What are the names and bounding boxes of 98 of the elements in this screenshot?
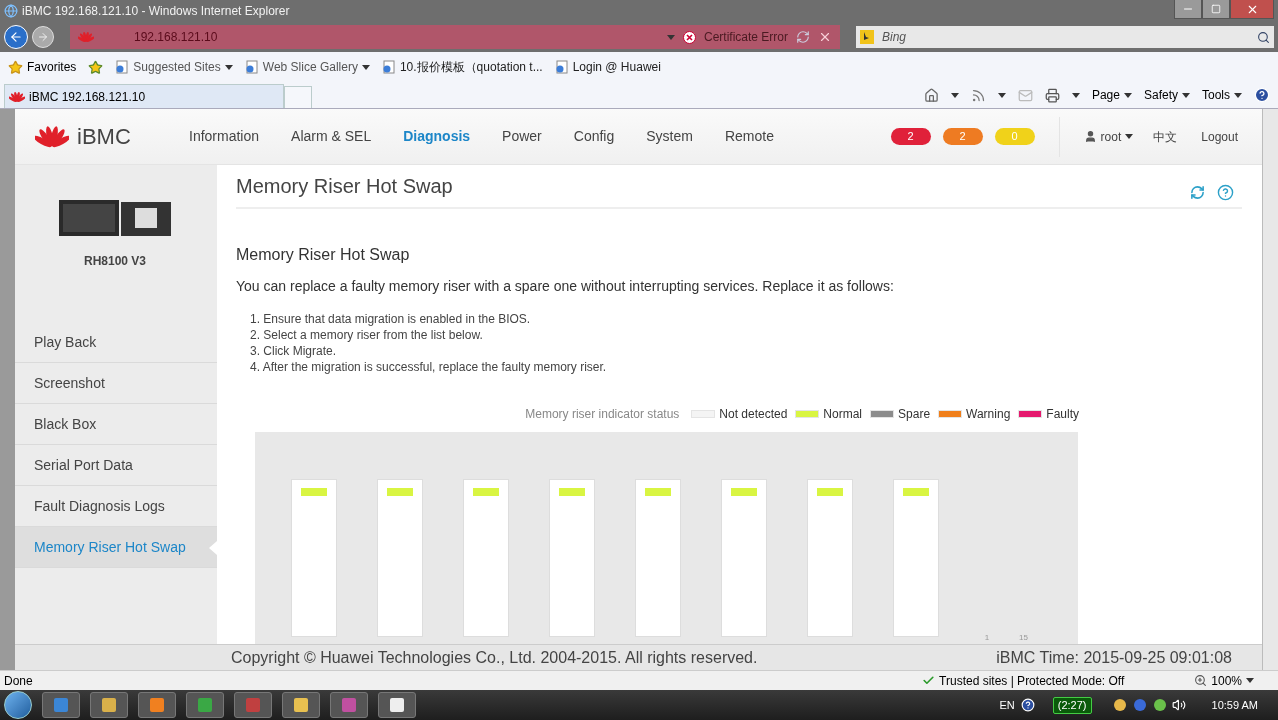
taskbar-app-button[interactable] (138, 692, 176, 718)
language-link[interactable]: 中文 (1153, 127, 1178, 146)
clock[interactable]: 10:59 AM (1211, 696, 1258, 714)
scale-label: 1 (984, 632, 990, 644)
caret-icon (1234, 92, 1242, 98)
section-heading: Memory Riser Hot Swap (236, 245, 411, 265)
system-time: iBMC Time: 2015-09-25 09:01:08 (996, 647, 1232, 668)
taskbar-app-button[interactable] (90, 692, 128, 718)
search-bar[interactable]: Bing (856, 26, 1274, 48)
page-icon (244, 60, 259, 74)
maximize-icon (1211, 4, 1221, 14)
legend-title: Memory riser indicator status (525, 406, 680, 423)
favorite-link[interactable]: Web Slice Gallery (244, 58, 370, 76)
refresh-icon[interactable] (796, 30, 810, 44)
flower-logo-icon (78, 31, 94, 43)
caret-icon (1071, 92, 1080, 98)
page-icon (381, 60, 396, 74)
search-field[interactable]: Bing (882, 28, 1249, 46)
close-button[interactable] (1230, 0, 1274, 19)
refresh-icon[interactable] (1190, 184, 1205, 200)
window-title: iBMC 192.168.121.10 - Windows Internet Explorer (22, 3, 290, 20)
zoom-level[interactable]: 100% (1194, 671, 1254, 690)
command-menu[interactable]: Safety (1143, 86, 1190, 104)
user-icon (1083, 130, 1097, 143)
nav-tab[interactable]: Config (573, 126, 615, 147)
mail-icon[interactable] (1017, 87, 1033, 103)
server-model: RH8100 V3 (83, 253, 146, 270)
back-button[interactable] (4, 25, 28, 49)
search-icon[interactable] (1257, 30, 1270, 44)
star-icon (8, 59, 23, 75)
flower-logo-icon (9, 90, 25, 103)
stop-icon[interactable] (818, 30, 832, 44)
nav-tab[interactable]: System (646, 126, 693, 147)
bing-logo-icon (860, 30, 874, 44)
nav-tab[interactable]: Diagnosis (403, 126, 471, 147)
product-name: iBMC (77, 123, 131, 151)
add-favorite-icon[interactable] (88, 59, 104, 75)
step-text: 2. Select a memory riser from the list below. (250, 327, 484, 343)
browser-icon (4, 4, 18, 18)
forward-arrow-icon (37, 31, 49, 43)
start-button[interactable] (4, 691, 32, 719)
minimize-button[interactable] (1174, 0, 1202, 19)
volume-icon[interactable] (1171, 698, 1186, 712)
nav-tab[interactable]: Information (189, 126, 260, 147)
logout-link[interactable]: Logout (1201, 127, 1238, 146)
favorite-link[interactable]: Suggested Sites (115, 58, 233, 76)
caret-icon (950, 92, 959, 98)
taskbar-app-button[interactable] (378, 692, 416, 718)
zoom-icon (1194, 674, 1208, 687)
step-text: 3. Click Migrate. (250, 343, 338, 359)
home-icon[interactable] (923, 87, 939, 103)
flower-logo-icon (35, 123, 69, 150)
favorites-button[interactable]: Favorites (8, 58, 77, 76)
alarm-count-badge[interactable]: 2 (890, 128, 931, 145)
taskbar-app-button[interactable] (282, 692, 320, 718)
forward-button[interactable] (32, 26, 54, 48)
nav-tab[interactable]: Remote (724, 126, 774, 147)
caret-icon (361, 64, 370, 70)
caret-icon (1182, 92, 1190, 98)
tray-icons[interactable] (1113, 699, 1166, 711)
legend-label: Not detected (719, 406, 788, 423)
print-icon[interactable] (1044, 87, 1060, 103)
caret-icon (1125, 134, 1134, 139)
legend-label: Warning (966, 406, 1011, 423)
favorite-link[interactable]: 10.报价模板（quotation t... (381, 58, 543, 76)
battery-indicator[interactable]: (2:27) (1052, 696, 1092, 714)
caret-icon (997, 92, 1006, 98)
legend-label: Faulty (1046, 406, 1079, 423)
user-menu[interactable]: root (1083, 127, 1134, 146)
command-menu[interactable]: Tools (1202, 86, 1242, 104)
legend-label: Normal (823, 406, 863, 423)
scale-label: 15 (1019, 632, 1028, 644)
caret-icon (1246, 678, 1254, 683)
copyright-text: Copyright © Huawei Technologies Co., Ltd. 2004-2015. All rights reserved. (231, 647, 758, 668)
status-text: Done (4, 672, 33, 690)
nav-tab[interactable]: Power (502, 126, 542, 147)
back-arrow-icon (9, 30, 23, 44)
check-icon (922, 674, 936, 687)
intro-text: You can replace a faulty memory riser with a spare one without interrupting services. Replace it as follows: (236, 277, 895, 296)
maximize-button[interactable] (1202, 0, 1230, 19)
input-language[interactable]: EN (999, 696, 1015, 714)
nav-tab[interactable]: Alarm & SEL (291, 126, 372, 147)
caret-icon (224, 64, 233, 70)
vertical-scrollbar[interactable] (1262, 109, 1278, 670)
page-icon (115, 60, 130, 74)
page-title: Memory Riser Hot Swap (236, 174, 453, 199)
legend-label: Spare (898, 406, 931, 423)
step-text: 1. Ensure that data migration is enabled in the BIOS. (250, 311, 532, 327)
step-text: 4. After the migration is successful, replace the faulty memory riser. (250, 359, 608, 375)
caret-icon (1123, 92, 1132, 98)
command-menu[interactable]: Page (1091, 86, 1132, 104)
browser-tab[interactable]: iBMC 192.168.121.10 (4, 84, 284, 108)
feed-icon[interactable] (970, 87, 986, 103)
error-icon (682, 30, 696, 44)
dropdown-caret-icon (666, 34, 675, 40)
page-icon (554, 60, 569, 74)
security-zone[interactable]: Trusted sites | Protected Mode: Off (922, 671, 1125, 690)
favorite-link[interactable]: Login @ Huawei (554, 58, 661, 76)
